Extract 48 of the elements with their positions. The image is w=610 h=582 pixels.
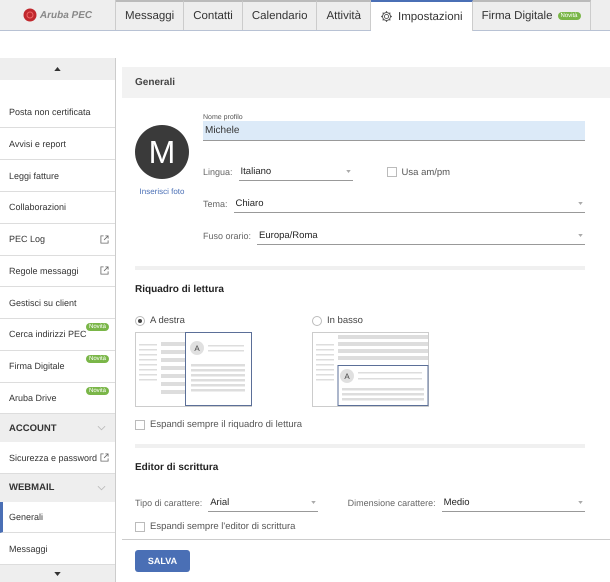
dropdown[interactable]: Italiano [238,163,353,181]
avatar: M [135,125,189,179]
dropdown[interactable]: Chiaro [234,195,585,213]
nav-tab[interactable]: Impostazioni [371,0,473,31]
nav-tab[interactable]: Attività [317,0,371,30]
down-arrow-icon [54,572,61,576]
radio-label[interactable]: A destra [150,315,185,326]
save-button[interactable]: SALVA [135,550,190,572]
field-label: Tema: [203,199,228,209]
insert-photo-link[interactable]: Inserisci foto [140,187,184,196]
profile-name-field[interactable]: Michele [203,121,585,141]
field-label: Tipo di carattere: [135,498,202,508]
up-arrow-icon [54,66,61,71]
dropdown[interactable]: Europa/Roma [257,227,585,245]
sidebar-item[interactable]: Generali [0,502,115,534]
panel-title: Generali [122,67,610,98]
sidebar-section[interactable]: WEBMAIL [0,474,115,502]
caret-icon [578,501,583,504]
section-title: Editor di scrittura [135,462,220,473]
expand-checkbox[interactable]: Espandi sempre il riquadro di lettura [135,419,585,430]
expand-checkbox[interactable]: Espandi sempre l'editor di scrittura [135,521,585,532]
caret-icon [578,202,583,205]
scroll-up-button[interactable] [0,58,115,80]
ampm-checkbox[interactable]: Usa am/pm [386,166,450,178]
nav-tab[interactable]: Messaggi [116,0,184,30]
radio-button[interactable] [135,316,145,326]
caret-icon [310,501,316,504]
caret-icon [346,170,351,173]
field-label: Lingua: [203,167,233,177]
chevron-icon [97,425,106,432]
scroll-down-button[interactable] [0,565,115,582]
field-label: Fuso orario: [203,231,252,241]
chevron-icon [97,484,106,491]
layout-preview-drawing[interactable]: A [135,332,252,407]
dropdown[interactable]: Arial [208,494,318,512]
logo-icon [22,8,37,22]
nav-tab[interactable]: Contatti [184,0,243,30]
sidebar-item[interactable]: Regole messaggi [0,256,115,288]
field-label: Dimensione carattere: [348,498,436,508]
radio-button[interactable] [312,316,322,326]
layout-preview-drawing[interactable]: A [312,332,429,407]
nav-tab[interactable]: Calendario [242,0,318,30]
dropdown[interactable]: Medio [442,494,585,512]
sidebar-section[interactable]: ACCOUNT [0,414,115,442]
section-title: Riquadro di lettura [135,284,225,295]
logo-text: Aruba PEC [40,10,92,20]
caret-icon [578,234,583,237]
radio-label[interactable]: In basso [327,315,363,326]
